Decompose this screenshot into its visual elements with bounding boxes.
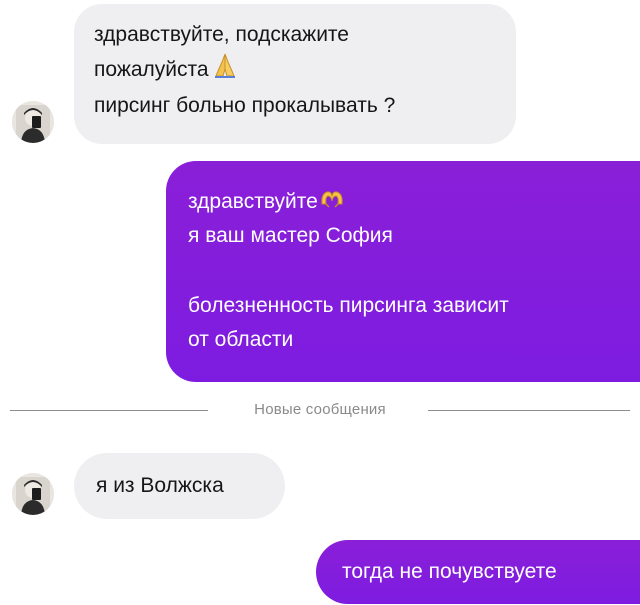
message-line: здравствуйте <box>188 185 640 219</box>
message-line: я ваш мастер София <box>188 224 393 248</box>
divider-label: Новые сообщения <box>254 401 386 418</box>
message-line: болезненность пирсинга зависит <box>188 294 509 318</box>
new-messages-divider: Новые сообщения <box>0 398 640 424</box>
incoming-message-bubble[interactable]: здравствуйте, подскажите пожалуйста пирс… <box>74 4 516 144</box>
heart-hands-icon <box>320 185 344 219</box>
folded-hands-icon <box>213 52 237 89</box>
message-line: пожалуйста <box>94 52 516 89</box>
divider-line-right <box>428 410 630 411</box>
divider-line-left <box>10 410 208 411</box>
message-line: от области <box>188 328 294 352</box>
outgoing-message-bubble[interactable]: здравствуйте я ваш мастер София болезнен… <box>166 161 640 382</box>
message-text: я из Волжска <box>96 474 224 497</box>
chat-thread: здравствуйте, подскажите пожалуйста пирс… <box>0 0 640 605</box>
sender-avatar[interactable] <box>12 101 54 143</box>
message-text: тогда не почувствуете <box>342 560 557 583</box>
outgoing-message-bubble[interactable]: тогда не почувствуете <box>316 540 640 604</box>
sender-avatar[interactable] <box>12 473 54 515</box>
message-line: пирсинг больно прокалывать ? <box>94 94 396 117</box>
incoming-message-bubble[interactable]: я из Волжска <box>74 453 285 519</box>
message-line: здравствуйте, подскажите <box>94 23 349 46</box>
